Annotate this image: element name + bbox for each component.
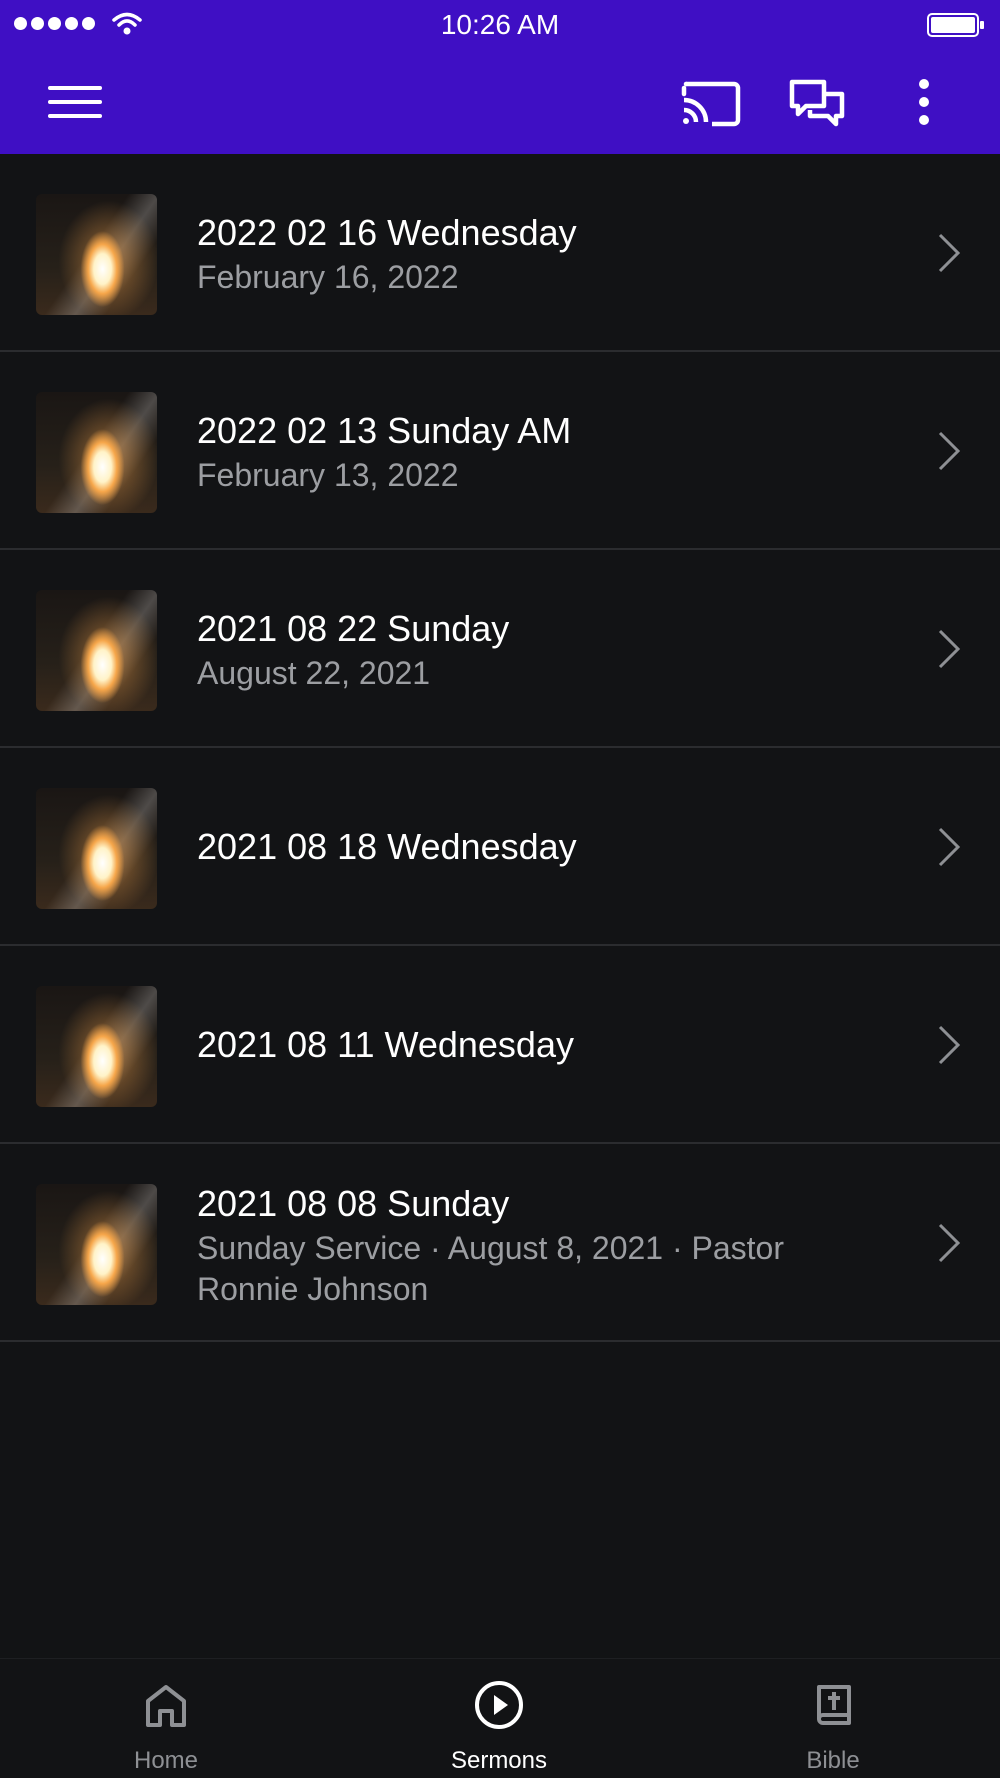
more-options-icon[interactable] (904, 74, 944, 130)
battery-icon (927, 13, 984, 37)
tab-label: Home (133, 1747, 199, 1774)
sermon-title: 2022 02 13 Sunday AM (197, 410, 572, 451)
sermon-thumbnail (36, 986, 157, 1107)
sermon-subtitle: February 16, 2022 (197, 259, 459, 295)
sermon-item[interactable]: 2022 02 13 Sunday AM February 13, 2022 (0, 352, 1000, 550)
sermon-item[interactable]: 2021 08 11 Wednesday (0, 946, 1000, 1144)
tab-label: Sermons (450, 1747, 548, 1774)
sermon-title: 2021 08 22 Sunday (197, 608, 510, 649)
sermon-subtitle: August 22, 2021 (197, 655, 431, 691)
play-circle-icon (475, 1681, 523, 1729)
app-header: 10:26 AM (0, 0, 1000, 154)
sermon-text: 2021 08 18 Wednesday (197, 825, 847, 869)
chevron-right-icon (938, 1223, 961, 1263)
app-bar (0, 50, 1000, 154)
sermon-item[interactable]: 2021 08 08 Sunday Sunday Service · Augus… (0, 1144, 1000, 1342)
sermon-title: 2022 02 16 Wednesday (197, 212, 577, 253)
sermon-title: 2021 08 11 Wednesday (197, 1024, 574, 1065)
sermon-thumbnail (36, 590, 157, 711)
chevron-right-icon (938, 629, 961, 669)
sermon-thumbnail (36, 788, 157, 909)
sermon-item[interactable]: 2021 08 22 Sunday August 22, 2021 (0, 550, 1000, 748)
chevron-right-icon (938, 431, 961, 471)
sermon-thumbnail (36, 1184, 157, 1305)
sermon-text: 2022 02 13 Sunday AM February 13, 2022 (197, 409, 847, 496)
tab-home[interactable]: Home (66, 1659, 266, 1778)
chat-icon[interactable] (784, 74, 850, 130)
tab-bible[interactable]: Bible (733, 1659, 933, 1778)
sermon-thumbnail (36, 194, 157, 315)
chevron-right-icon (938, 1025, 961, 1065)
sermon-text: 2021 08 08 Sunday Sunday Service · Augus… (197, 1182, 847, 1310)
chevron-right-icon (938, 827, 961, 867)
cast-icon[interactable] (676, 74, 746, 130)
sermon-title: 2021 08 18 Wednesday (197, 826, 577, 867)
sermon-text: 2021 08 22 Sunday August 22, 2021 (197, 607, 847, 694)
hamburger-menu-icon[interactable] (40, 76, 112, 128)
sermon-item[interactable]: 2021 08 18 Wednesday (0, 748, 1000, 946)
sermon-list: 2022 02 16 Wednesday February 16, 2022 2… (0, 154, 1000, 1342)
bottom-tab-bar: Home Sermons Bible (0, 1658, 1000, 1778)
chevron-right-icon (938, 233, 961, 273)
bible-icon (817, 1685, 851, 1725)
sermon-text: 2021 08 11 Wednesday (197, 1023, 847, 1067)
tab-label: Bible (806, 1747, 860, 1774)
tab-sermons[interactable]: Sermons (399, 1659, 599, 1778)
sermon-subtitle: Sunday Service · August 8, 2021 · Pastor… (197, 1230, 784, 1307)
sermon-item[interactable]: 2022 02 16 Wednesday February 16, 2022 (0, 154, 1000, 352)
status-time: 10:26 AM (440, 9, 560, 40)
sermon-thumbnail (36, 392, 157, 513)
sermon-title: 2021 08 08 Sunday (197, 1183, 510, 1224)
status-bar: 10:26 AM (0, 0, 1000, 50)
home-icon (146, 1685, 186, 1727)
sermon-subtitle: February 13, 2022 (197, 457, 459, 493)
sermon-text: 2022 02 16 Wednesday February 16, 2022 (197, 211, 847, 298)
